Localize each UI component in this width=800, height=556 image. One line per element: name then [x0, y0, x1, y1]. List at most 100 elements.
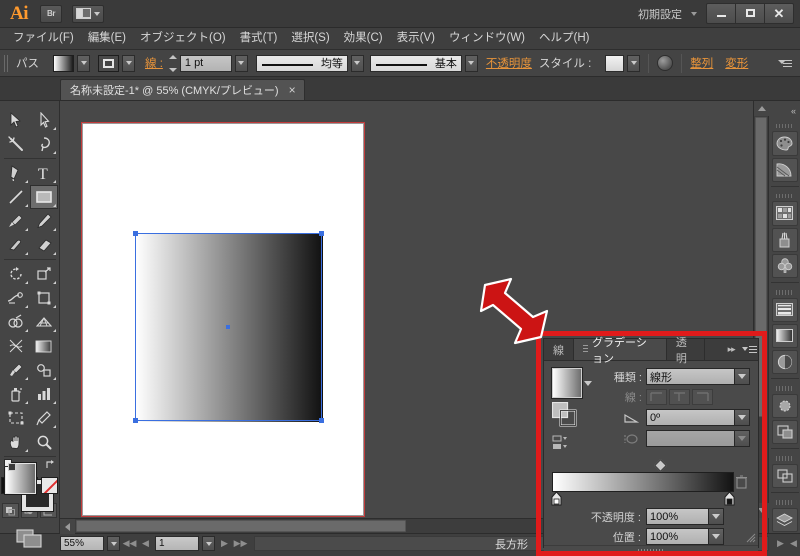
swap-fill-stroke-icon[interactable] — [45, 459, 56, 470]
tab-transparency[interactable]: 透明 — [667, 337, 705, 365]
tool-width[interactable] — [2, 286, 30, 310]
tool-selection[interactable] — [2, 108, 30, 132]
tool-zoom[interactable] — [30, 430, 58, 454]
tool-blend[interactable] — [30, 358, 58, 382]
menu-effect[interactable]: 効果(C) — [337, 30, 390, 48]
tool-free-transform[interactable] — [30, 286, 58, 310]
dock-expand-icon[interactable]: « — [769, 103, 800, 120]
gradient-panel-menu-icon[interactable] — [740, 339, 758, 360]
draw-normal[interactable] — [2, 503, 19, 518]
brush-definition-field[interactable]: 基本 — [369, 54, 462, 72]
bridge-button[interactable]: Br — [40, 4, 62, 23]
tool-pencil[interactable] — [30, 209, 58, 233]
scroll-up-arrow[interactable] — [754, 101, 769, 116]
stroke-weight-chevron-down-icon[interactable] — [234, 54, 248, 72]
stroke-profile-field[interactable]: 均等 — [255, 54, 348, 72]
gradient-preview-swatch[interactable] — [551, 367, 583, 399]
minimize-button[interactable] — [706, 2, 736, 24]
dock-gradient[interactable] — [771, 323, 798, 349]
tool-blob-brush[interactable] — [2, 233, 30, 257]
reverse-gradient-icon[interactable] — [552, 402, 582, 428]
gradient-type-select[interactable]: 線形 — [646, 368, 750, 385]
tool-mesh[interactable] — [2, 334, 30, 358]
delete-stop-icon[interactable] — [735, 474, 748, 490]
transform-link[interactable]: 変形 — [725, 55, 748, 71]
gradient-slider[interactable] — [551, 459, 750, 506]
dock-group-grip-2[interactable] — [775, 193, 794, 199]
dock-group-grip-6[interactable] — [775, 500, 794, 505]
dock-stroke[interactable] — [771, 297, 798, 322]
gradient-location-select[interactable]: 100% — [646, 528, 724, 545]
tool-slice[interactable] — [30, 406, 58, 430]
gradient-stop-end[interactable] — [724, 492, 735, 506]
zoom-level-chevron-down-icon[interactable] — [107, 536, 120, 551]
change-screen-mode-button[interactable] — [15, 527, 45, 552]
dock-brushes[interactable] — [771, 227, 798, 252]
artboard[interactable] — [82, 123, 364, 516]
tool-paintbrush[interactable] — [2, 209, 30, 233]
gradient-ramp[interactable] — [552, 472, 734, 492]
brush-definition-chevron-down-icon[interactable] — [464, 54, 478, 72]
status-prev-icon[interactable]: ◀ — [787, 536, 800, 551]
next-artboard-button[interactable]: ▶ — [218, 536, 231, 551]
stroke-weight-label[interactable]: 線 : — [145, 55, 163, 71]
stroke-weight-stepper[interactable] — [169, 54, 178, 72]
gradient-opacity-select[interactable]: 100% — [646, 508, 724, 525]
scroll-left-arrow[interactable] — [60, 519, 75, 534]
opacity-label[interactable]: 不透明度 — [486, 55, 532, 71]
dock-group-grip-4[interactable] — [775, 386, 794, 391]
panel-footer-grip[interactable] — [638, 548, 664, 553]
panel-resize-grip-icon[interactable] — [746, 533, 756, 543]
tool-magic-wand[interactable] — [2, 132, 30, 156]
stroke-swatch-chevron-down-icon[interactable] — [122, 54, 135, 72]
stroke-gradient-across[interactable] — [692, 389, 713, 405]
first-artboard-button[interactable]: ◀◀ — [123, 536, 137, 551]
dock-layers[interactable] — [771, 507, 798, 533]
tab-gradient[interactable]: グラデーション — [574, 337, 667, 365]
effects-icon[interactable] — [657, 55, 674, 71]
control-bar-grip[interactable] — [4, 54, 9, 72]
tool-column-graph[interactable] — [30, 382, 58, 406]
control-bar-panel-menu-icon[interactable] — [778, 57, 792, 69]
gradient-aspect-ratio-select[interactable] — [646, 430, 750, 447]
dock-group-grip-5[interactable] — [775, 456, 794, 461]
menu-help[interactable]: ヘルプ(H) — [532, 30, 596, 48]
gradient-stop-start[interactable] — [551, 492, 562, 506]
stroke-swatch-button[interactable] — [98, 54, 119, 72]
tool-gradient[interactable] — [30, 334, 58, 358]
gradient-preset-chevron-down-icon[interactable] — [582, 368, 594, 398]
menu-object[interactable]: オブジェクト(O) — [133, 30, 233, 48]
workspace-chevron-down-icon[interactable] — [691, 11, 697, 16]
artboard-number-field[interactable]: 1 — [155, 536, 199, 551]
artboard-number-chevron-down-icon[interactable] — [202, 536, 215, 551]
gradient-stops-menu-icon[interactable] — [552, 435, 574, 453]
graphic-style-chevron-down-icon[interactable] — [627, 54, 641, 72]
align-link[interactable]: 整列 — [690, 55, 713, 71]
close-button[interactable]: ✕ — [764, 2, 794, 24]
stroke-gradient-along[interactable] — [669, 389, 690, 405]
tool-lasso[interactable] — [30, 132, 58, 156]
workspace-switcher-label[interactable]: 初期設定 — [634, 6, 686, 22]
collapse-panel-icon[interactable]: ▸▸ — [723, 339, 740, 360]
document-tab-close-icon[interactable]: × — [289, 84, 296, 96]
menu-select[interactable]: 選択(S) — [284, 30, 336, 48]
color-mode-none[interactable] — [41, 477, 58, 494]
menu-file[interactable]: ファイル(F) — [6, 30, 81, 48]
tool-hand[interactable] — [2, 430, 30, 454]
tool-artboard[interactable] — [2, 406, 30, 430]
dock-group-grip-3[interactable] — [775, 290, 794, 295]
dock-pathfinder[interactable] — [771, 463, 798, 489]
fill-swatch-button[interactable] — [53, 54, 74, 72]
document-tab[interactable]: 名称未設定-1* @ 55% (CMYK/プレビュー) × — [60, 79, 305, 100]
tool-type[interactable]: T — [30, 161, 58, 185]
stroke-gradient-within[interactable] — [646, 389, 667, 405]
menu-view[interactable]: 表示(V) — [390, 30, 442, 48]
gradient-angle-select[interactable]: 0º — [646, 409, 750, 426]
last-artboard-button[interactable]: ▶▶ — [234, 536, 248, 551]
menu-edit[interactable]: 編集(E) — [81, 30, 133, 48]
dock-transparency[interactable] — [771, 350, 798, 375]
dock-graphic-styles[interactable] — [771, 420, 798, 445]
tool-line-segment[interactable] — [2, 185, 30, 209]
tool-symbol-sprayer[interactable] — [2, 382, 30, 406]
dock-group-grip[interactable] — [775, 123, 794, 129]
